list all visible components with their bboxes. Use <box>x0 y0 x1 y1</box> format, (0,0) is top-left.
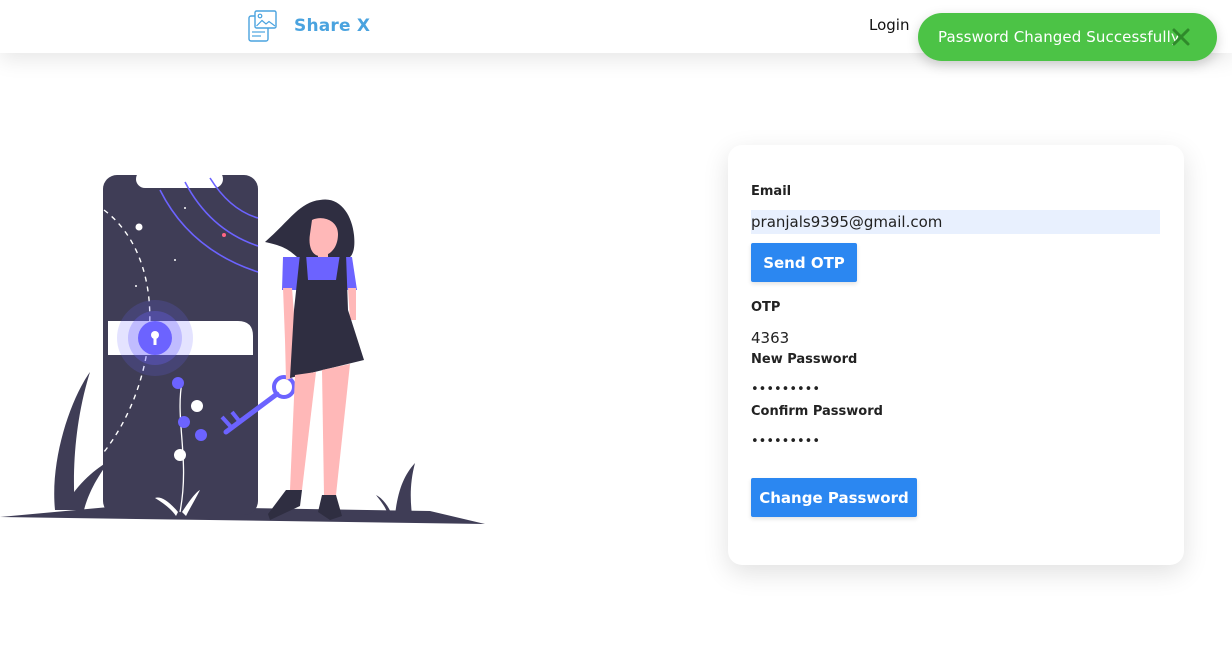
photo-share-logo-icon <box>248 10 277 42</box>
otp-field[interactable] <box>751 327 1160 349</box>
login-link[interactable]: Login <box>869 16 909 34</box>
toast-message: Password Changed Successfully <box>938 28 1180 46</box>
brand-name: Share X <box>294 16 371 36</box>
email-label: Email <box>751 184 792 199</box>
otp-label: OTP <box>751 300 781 315</box>
change-password-button[interactable]: Change Password <box>751 478 917 517</box>
reset-password-card: Email Send OTP OTP New Password Confirm … <box>728 145 1184 565</box>
confirm-password-field[interactable] <box>751 430 1160 452</box>
send-otp-button[interactable]: Send OTP <box>751 243 857 282</box>
brand-link[interactable]: Share X <box>248 9 370 43</box>
new-password-field[interactable] <box>751 378 1160 400</box>
confirm-password-label: Confirm Password <box>751 404 883 419</box>
success-toast: Password Changed Successfully <box>918 13 1217 61</box>
email-field[interactable] <box>751 210 1160 234</box>
new-password-label: New Password <box>751 352 858 367</box>
close-icon[interactable] <box>1171 27 1191 47</box>
unlock-illustration <box>0 170 485 524</box>
